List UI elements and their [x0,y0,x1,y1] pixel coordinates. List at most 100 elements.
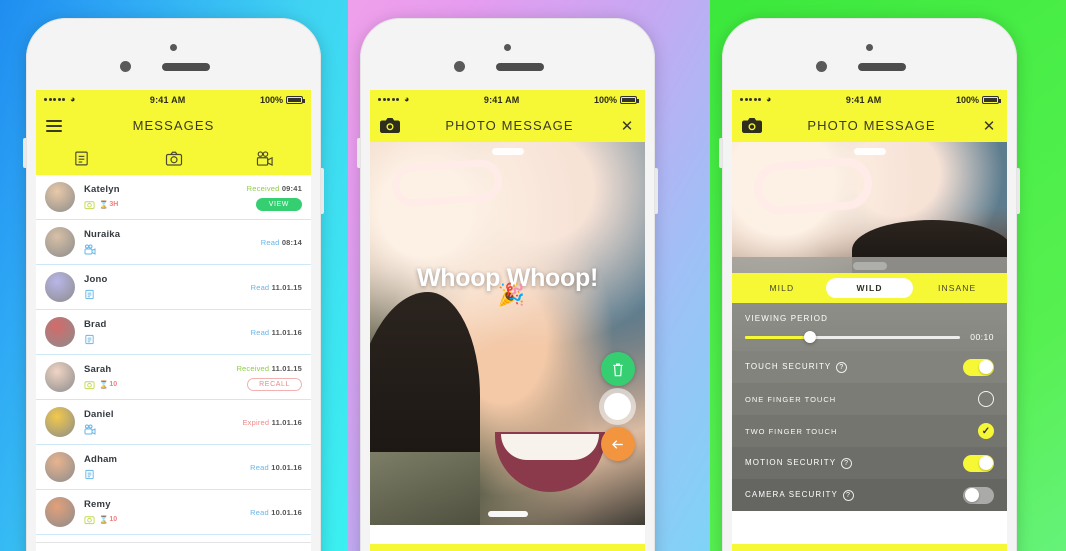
message-time: 11.01.16 [271,417,302,427]
setting-row-two-finger-touch[interactable]: TWO FINGER TOUCH ✓ [732,415,1007,447]
status-bar: ◕ 9:41 AM 100% [732,90,1007,109]
message-row[interactable]: Katelyn ⌛ 3H Received 09:41 VIEW [36,175,311,220]
message-row[interactable]: Remy ⌛ 10 Read 10.01.16 [36,490,311,535]
contact-name: Katelyn [84,184,120,195]
message-row[interactable]: Sarah ⌛ 10 Received 11.01.15 RECALL [36,355,311,400]
radio-button[interactable] [978,391,994,407]
message-row[interactable]: Nuraika Read 08:14 [36,220,311,265]
phone2-screen: ◕ 9:41 AM 100% PHOTO MESSAGE ✕ Whoop Who… [370,90,645,551]
background-panel-3: ◕ 9:41 AM 100% PHOTO MESSAGE ✕ MILD WILD… [710,0,1066,551]
radio-button[interactable]: ✓ [978,423,994,439]
top-handle-pill[interactable] [853,148,886,155]
message-info: Adham [75,454,250,480]
message-type-icons: ⌛ 10 [84,378,236,390]
phone3-screen: ◕ 9:41 AM 100% PHOTO MESSAGE ✕ MILD WILD… [732,90,1007,551]
contact-name: Remy [84,499,111,510]
text-message-tab[interactable] [36,150,128,167]
message-status: Read [250,282,270,292]
toggle-switch[interactable] [963,486,994,504]
video-camera-icon [84,244,97,255]
message-status: Received [246,183,280,193]
message-list: Katelyn ⌛ 3H Received 09:41 VIEW Nuraika Read … [36,175,311,535]
document-icon [84,469,95,480]
photo-message-tab[interactable] [128,150,220,168]
phone1-navbar: MESSAGES [36,109,311,142]
shutter-button[interactable] [599,388,636,425]
bottom-handle-pill[interactable] [487,511,528,517]
phone2-navbar: PHOTO MESSAGE ✕ [370,109,645,142]
avatar [45,407,75,437]
status-bar: ◕ 9:41 AM 100% [370,90,645,109]
phone-mockup-1: ◕ 9:41 AM 100% MESSAGES Katelyn ⌛ 3H Rec… [23,18,324,551]
segment-mild[interactable]: MILD [738,278,826,298]
message-status-block: Read 08:14 [261,238,302,247]
hamburger-icon[interactable] [46,119,62,132]
status-time: 9:41 AM [483,94,520,105]
slider-fill [745,335,810,339]
phone-notch [26,18,321,90]
save-and-send-button[interactable]: SAVE PRESETTINGS AND SEND MESSAGE [732,544,1007,551]
intensity-segmented-control: MILD WILD INSANE [732,273,1007,303]
segment-insane[interactable]: INSANE [913,278,1001,298]
photo-jacket [370,452,480,525]
message-time: 11.01.15 [271,363,302,373]
message-row[interactable]: Daniel Expired 11.01.16 [36,400,311,445]
battery-indicator: 100% [956,95,1001,105]
document-icon [84,334,95,345]
setting-row-motion-security[interactable]: MOTION SECURITY? [732,447,1007,479]
camera-icon[interactable] [380,118,400,133]
viewing-period-value: 00:10 [970,332,994,342]
setting-row-one-finger-touch[interactable]: ONE FINGER TOUCH [732,383,1007,415]
video-message-tab[interactable] [219,150,311,167]
message-time: 10.01.16 [271,462,302,472]
contact-name: Daniel [84,409,114,420]
setting-row-touch-security[interactable]: TOUCH SECURITY? [732,351,1007,383]
message-row[interactable]: Brad Read 11.01.16 [36,310,311,355]
message-row[interactable]: Adham Read 10.01.16 [36,445,311,490]
top-handle-pill[interactable] [491,148,524,155]
delete-button[interactable] [600,352,635,386]
close-icon[interactable]: ✕ [981,117,997,135]
avatar [45,497,75,527]
photo-preview: Whoop Whoop! 🎉 [370,142,645,525]
page-title: PHOTO MESSAGE [445,118,574,133]
message-time: 08:14 [281,237,302,247]
earpiece-speaker [857,63,906,71]
photo-preview-small [732,142,1007,273]
recall-button[interactable]: RECALL [247,377,302,391]
close-icon[interactable]: ✕ [619,117,635,135]
photo-bottom-scrim [732,257,1007,273]
phone-mockup-2: ◕ 9:41 AM 100% PHOTO MESSAGE ✕ Whoop Who… [357,18,658,551]
message-type-icons: ⌛ 3H [84,198,247,210]
message-row[interactable]: Jono Read 11.01.15 [36,265,311,310]
earpiece-speaker [495,63,544,71]
slider-knob[interactable] [803,331,816,343]
setting-row-camera-security[interactable]: CAMERA SECURITY? [732,479,1007,511]
help-icon[interactable]: ? [841,457,853,469]
battery-icon [982,95,1001,104]
proximity-sensor-icon [453,61,465,72]
message-info: Jono [75,274,251,300]
view-button[interactable]: VIEW [255,197,302,211]
toggle-switch[interactable] [963,454,994,472]
message-status: Read [250,507,269,517]
message-type-icons: ⌛ 10 [84,513,250,525]
battery-icon [620,95,639,104]
viewing-period-label: VIEWING PERIOD [745,314,828,323]
viewing-period-slider[interactable] [745,331,961,343]
message-status-block: Read 10.01.16 [250,508,302,517]
segment-wild[interactable]: WILD [825,278,914,298]
back-button[interactable] [600,427,635,461]
photo-glasses [752,155,874,217]
help-icon[interactable]: ? [842,489,854,501]
toggle-switch[interactable] [963,358,994,376]
camera-icon [84,514,95,525]
phone-notch [722,18,1017,90]
security-settings-list: TOUCH SECURITY? ONE FINGER TOUCH TWO FINGE… [732,351,1007,511]
page-title: MESSAGES [132,118,215,133]
message-status-block: Received 09:41 VIEW [247,184,302,211]
help-icon[interactable]: ? [836,361,848,373]
message-info: Brad [75,319,251,345]
camera-icon[interactable] [742,118,762,133]
contact-name: Nuraika [84,229,121,240]
